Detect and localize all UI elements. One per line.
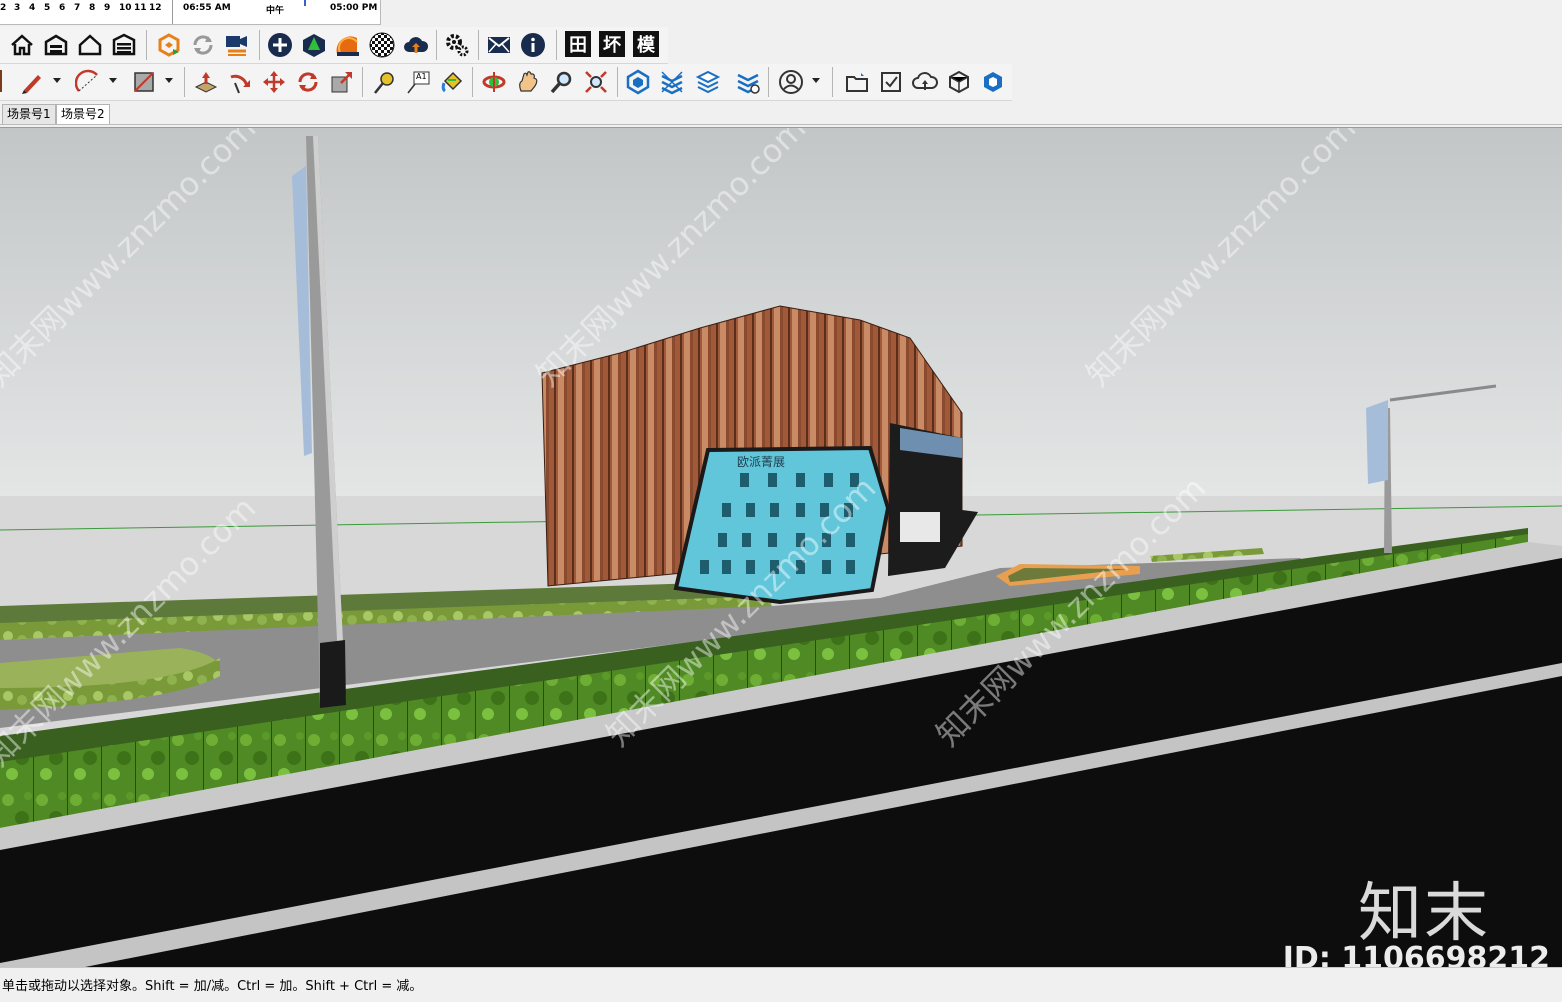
scene-drawing: 欧派菁展 知末网www.znzmo.com 知末网www.znzmo.com 知…	[0, 128, 1562, 968]
open-folder-icon[interactable]	[843, 68, 871, 96]
toolbar-separator	[768, 67, 769, 97]
toolbar-separator	[472, 67, 473, 97]
pan-icon[interactable]	[514, 68, 542, 96]
mail-icon[interactable]	[485, 31, 513, 59]
toolbar-separator	[617, 67, 618, 97]
toolbar-separator	[146, 30, 147, 60]
status-bar: 单击或拖动以选择对象。Shift = 加/减。Ctrl = 加。Shift + …	[0, 967, 1562, 1002]
month-label: 4	[29, 3, 36, 13]
cloud-upload-icon[interactable]	[402, 31, 430, 59]
follow-me-icon[interactable]	[226, 68, 254, 96]
rectangle-icon[interactable]	[130, 68, 158, 96]
checker-icon[interactable]	[368, 31, 396, 59]
toolbar-separator	[362, 67, 363, 97]
checkbox-icon[interactable]	[877, 68, 905, 96]
shadow-settings-strip: 2 3 4 5 6 7 8 9 10 11 12 06:55 AM 中午 05:…	[0, 0, 381, 25]
time-end-label: 05:00 PM	[330, 3, 378, 13]
account-dropdown-icon[interactable]	[812, 78, 820, 83]
toolbar-separator	[436, 30, 437, 60]
building-entrance	[900, 512, 940, 542]
mo-button[interactable]: 模	[633, 31, 659, 57]
month-label: 12	[149, 3, 162, 13]
time-noon-label: 中午	[266, 6, 285, 16]
building-sign: 欧派菁展	[737, 455, 785, 469]
send-to-layout-icon[interactable]	[223, 31, 251, 59]
sandbox-icon[interactable]	[334, 31, 362, 59]
rectangle-dropdown-icon[interactable]	[165, 78, 173, 83]
month-label: 7	[74, 3, 81, 13]
toolbar-row-2: A1	[0, 64, 1012, 101]
tab-scene-2[interactable]: 场景号2	[56, 104, 110, 124]
tian-button[interactable]: 田	[565, 31, 591, 57]
outliner-icon[interactable]	[694, 68, 722, 96]
styles-icon[interactable]	[734, 68, 762, 96]
zoom-icon[interactable]	[548, 68, 576, 96]
warehouse-icon[interactable]	[42, 31, 70, 59]
model-viewport[interactable]: 欧派菁展 知末网www.znzmo.com 知末网www.znzmo.com 知…	[0, 127, 1562, 968]
zoom-extents-icon[interactable]	[582, 68, 610, 96]
toolbar-separator	[832, 67, 833, 97]
paint-bucket-icon[interactable]	[438, 68, 466, 96]
month-label: 2	[0, 3, 7, 13]
house-outline-icon[interactable]	[76, 31, 104, 59]
model-info-icon[interactable]	[945, 68, 973, 96]
arc-icon[interactable]	[74, 68, 102, 96]
month-label: 3	[14, 3, 21, 13]
cloud-sync-icon[interactable]	[911, 68, 939, 96]
month-label: 9	[104, 3, 111, 13]
time-slider-thumb[interactable]	[304, 0, 306, 6]
arc-dropdown-icon[interactable]	[109, 78, 117, 83]
add-location-icon[interactable]	[266, 31, 294, 59]
push-pull-icon[interactable]	[192, 68, 220, 96]
text-label-sample: A1	[416, 72, 427, 81]
pencil-dropdown-icon[interactable]	[53, 78, 61, 83]
street-light-banner-right	[1366, 400, 1388, 484]
strip-divider	[172, 0, 173, 24]
month-label: 8	[89, 3, 96, 13]
move-icon[interactable]	[260, 68, 288, 96]
toolbar-separator	[184, 67, 185, 97]
account-icon[interactable]	[777, 68, 805, 96]
month-label: 11	[134, 3, 147, 13]
info-icon[interactable]	[519, 31, 547, 59]
rotate-icon[interactable]	[294, 68, 322, 96]
eraser-partial-icon[interactable]	[0, 70, 8, 92]
layers-icon[interactable]	[658, 68, 686, 96]
settings-gears-icon[interactable]	[443, 31, 471, 59]
extension-warehouse-icon[interactable]	[155, 31, 183, 59]
orbit-icon[interactable]	[480, 68, 508, 96]
component-icon[interactable]	[624, 68, 652, 96]
huai-button[interactable]: 坏	[599, 31, 625, 57]
garage-icon[interactable]	[110, 31, 138, 59]
status-text: 单击或拖动以选择对象。Shift = 加/减。Ctrl = 加。Shift + …	[2, 979, 423, 994]
street-light-base	[320, 640, 346, 708]
scale-icon[interactable]	[328, 68, 356, 96]
terrain-icon[interactable]	[300, 31, 328, 59]
scene-tabs-bar: 场景号1 场景号2	[0, 102, 1562, 125]
time-start-label: 06:55 AM	[183, 3, 231, 13]
toolbar-separator	[259, 30, 260, 60]
month-label: 5	[44, 3, 51, 13]
month-label: 6	[59, 3, 66, 13]
tab-scene-1[interactable]: 场景号1	[2, 104, 56, 124]
month-label: 10	[119, 3, 132, 13]
pencil-icon[interactable]	[18, 68, 46, 96]
home-icon[interactable]	[8, 31, 36, 59]
tape-measure-icon[interactable]	[370, 68, 398, 96]
text-label-icon[interactable]: A1	[404, 68, 432, 96]
toolbar-separator	[556, 30, 557, 60]
toolbar-row-1: 田 坏 模	[0, 27, 668, 64]
sync-icon[interactable]	[189, 31, 217, 59]
logo-icon[interactable]	[979, 68, 1007, 96]
toolbar-separator	[478, 30, 479, 60]
